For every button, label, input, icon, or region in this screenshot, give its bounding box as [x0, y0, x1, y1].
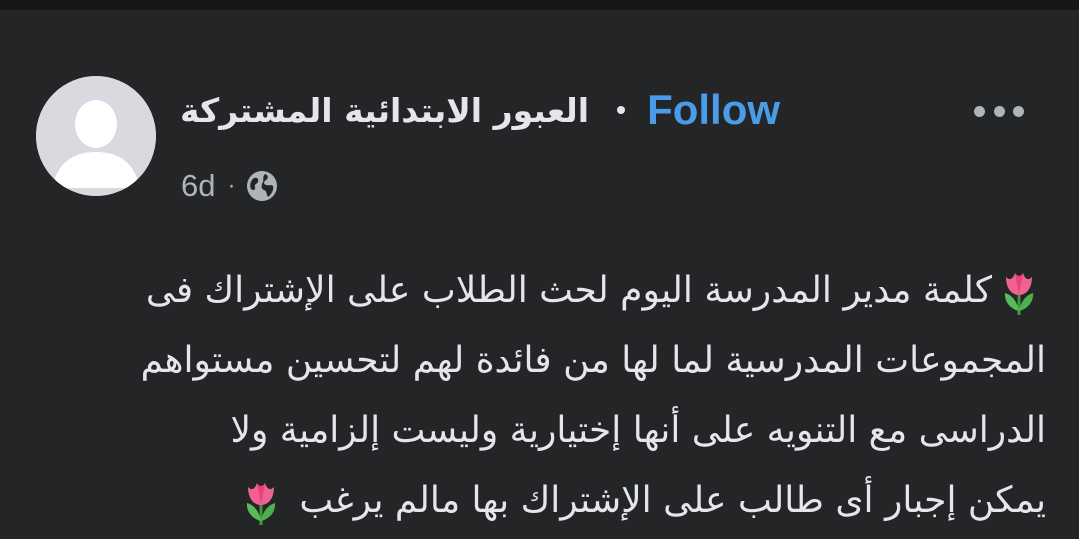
- avatar[interactable]: [36, 76, 156, 196]
- post-body-line: الدراسى مع التنويه على أنها إختيارية ولي…: [38, 396, 1046, 466]
- post-body-text: الدراسى مع التنويه على أنها إختيارية ولي…: [230, 410, 1046, 451]
- meta-separator: ·: [227, 172, 236, 199]
- post-body-line: كلمة مدير المدرسة اليوم لحث الطلاب على ا…: [38, 256, 1046, 326]
- default-profile-avatar-icon: [36, 76, 156, 196]
- page-name-link[interactable]: العبور الابتدائية المشتركة: [180, 91, 589, 130]
- tulip-emoji-icon: [1004, 273, 1034, 315]
- post-timestamp[interactable]: 6d: [181, 168, 215, 204]
- post-card: العبور الابتدائية المشتركة Follow 6d · ك…: [0, 10, 1079, 539]
- post-meta: 6d ·: [181, 166, 279, 206]
- post-body-line: يمكن إجبار أى طالب على الإشتراك بها مالم…: [38, 466, 1046, 536]
- more-options-icon-dot: [1013, 105, 1024, 117]
- header-separator-dot: [617, 106, 626, 114]
- post-body-text: المجموعات المدرسية لما لها من فائدة لهم …: [140, 340, 1046, 381]
- more-options-button[interactable]: [974, 100, 1024, 122]
- post-body: كلمة مدير المدرسة اليوم لحث الطلاب على ا…: [38, 256, 1046, 536]
- more-options-icon-dot: [974, 105, 985, 117]
- post-body-text: يمكن إجبار أى طالب على الإشتراك بها مالم…: [299, 480, 1046, 521]
- globe-icon[interactable]: [245, 169, 279, 203]
- follow-button[interactable]: Follow: [647, 86, 780, 134]
- post-header: العبور الابتدائية المشتركة Follow: [180, 80, 780, 140]
- tulip-emoji-icon: [246, 483, 276, 525]
- top-bar-edge: [0, 0, 1079, 10]
- post-body-line: المجموعات المدرسية لما لها من فائدة لهم …: [38, 326, 1046, 396]
- more-options-icon-dot: [993, 105, 1005, 117]
- post-body-text: كلمة مدير المدرسة اليوم لحث الطلاب على ا…: [145, 270, 992, 311]
